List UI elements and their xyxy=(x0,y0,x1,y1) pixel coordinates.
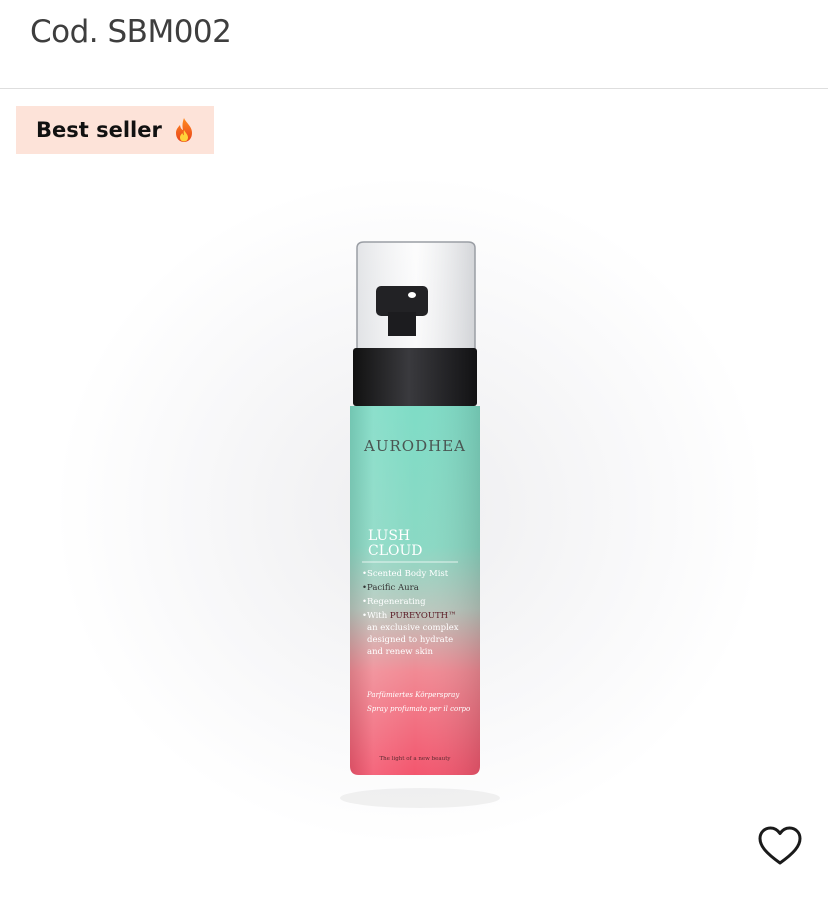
bottle-brand: AURODHEA xyxy=(363,437,466,455)
svg-text:With PUREYOUTH™: With PUREYOUTH™ xyxy=(367,611,457,621)
product-image: AURODHEA LUSH CLOUD • Scented Body Mist … xyxy=(340,241,500,808)
bottle-bullet-1: Scented Body Mist xyxy=(367,569,449,579)
bottle-desc-3: and renew skin xyxy=(367,647,433,657)
bottle-desc-2: designed to hydrate xyxy=(367,635,453,645)
bottle-bullet-4-brand: PUREYOUTH™ xyxy=(390,611,457,621)
bottle-tagline: The light of a new beauty xyxy=(379,756,451,762)
fire-icon xyxy=(174,117,194,143)
bottle-translation-1: Parfümiertes Körperspray xyxy=(366,691,460,699)
bottle-desc-1: an exclusive complex xyxy=(367,623,459,633)
best-seller-badge: Best seller xyxy=(16,106,214,154)
product-code-bar: Cod. SBM002 xyxy=(0,0,828,89)
bottle-bullet-4-prefix: With xyxy=(367,611,390,621)
bottle-bullet-3: Regenerating xyxy=(367,597,426,607)
favorite-heart-icon[interactable] xyxy=(758,826,802,866)
bottle-translation-2: Spray profumato per il corpo xyxy=(367,705,470,713)
badge-label: Best seller xyxy=(36,118,162,142)
bottle-name-line2: CLOUD xyxy=(368,543,423,559)
bottle-bullet-2: Pacific Aura xyxy=(367,583,419,593)
bottle-name-line1: LUSH xyxy=(368,528,410,544)
product-code: Cod. SBM002 xyxy=(30,14,232,50)
product-image-area: AURODHEA LUSH CLOUD • Scented Body Mist … xyxy=(0,160,828,860)
